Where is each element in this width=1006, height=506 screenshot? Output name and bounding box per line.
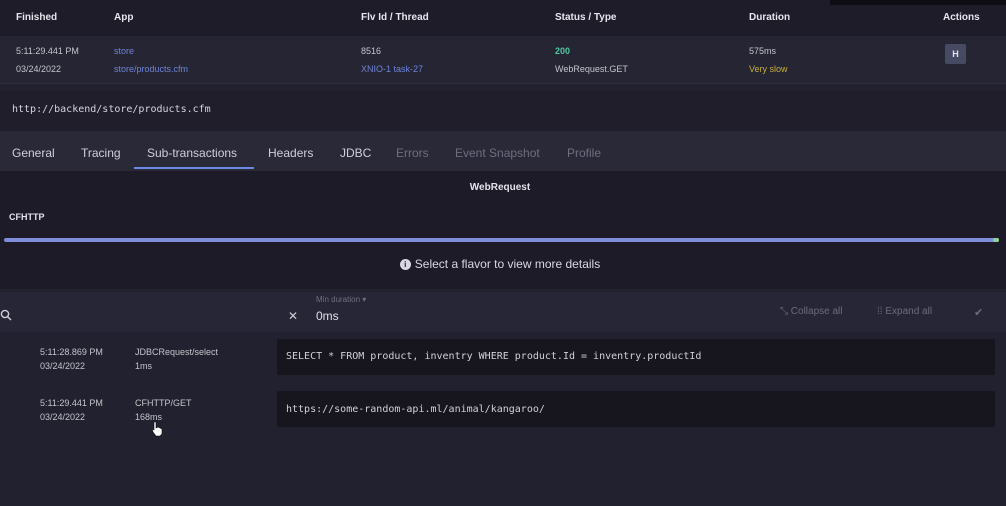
action-button-label: H [952, 49, 959, 59]
transaction-app-link[interactable]: store [114, 46, 134, 56]
tab-profile[interactable]: Profile [567, 146, 601, 160]
check-icon[interactable]: ✔ [974, 306, 983, 319]
tab-general[interactable]: General [12, 146, 55, 160]
tab-event-snapshot[interactable]: Event Snapshot [455, 146, 540, 160]
waterfall-title: WebRequest [469, 182, 531, 193]
tab-errors[interactable]: Errors [396, 146, 429, 160]
transaction-flv-id: 8516 [361, 46, 382, 56]
duration-warning-label: Very slow [749, 64, 788, 74]
waterfall-lane-label: CFHTTP [9, 212, 45, 222]
min-duration-label[interactable]: Min duration ▾ [316, 295, 366, 304]
transaction-duration: 575ms [749, 46, 777, 56]
clear-min-duration-icon[interactable]: ✕ [288, 309, 298, 323]
header-flv-thread: Flv Id / Thread [361, 12, 429, 23]
waterfall-bar[interactable] [4, 238, 999, 242]
sub-transaction-filter-bar [0, 292, 1006, 332]
header-actions: Actions [943, 12, 980, 23]
request-url: http://backend/store/products.cfm [12, 104, 211, 115]
transaction-row[interactable] [0, 36, 1006, 84]
tab-tracing[interactable]: Tracing [81, 146, 121, 160]
subtx-sql-query: SELECT * FROM product, inventry WHERE pr… [286, 351, 702, 362]
subtx-time: 5:11:29.441 PM [40, 398, 103, 408]
subtx-time: 5:11:28.869 PM [40, 347, 103, 357]
subtx-http-url: https://some-random-api.ml/animal/kangar… [286, 404, 545, 415]
waterfall-hint-text: Select a flavor to view more details [414, 257, 601, 271]
header-finished: Finished [16, 12, 58, 23]
min-duration-input[interactable]: 0ms [316, 309, 339, 323]
waterfall-bar-end [993, 238, 999, 242]
transaction-app-path-link[interactable]: store/products.cfm [114, 64, 188, 74]
mouse-pointer-icon [151, 421, 163, 437]
subtx-date: 03/24/2022 [40, 412, 86, 422]
collapse-all-label: Collapse all [790, 306, 843, 317]
waterfall-hint: i Select a flavor to view more details [0, 257, 1000, 271]
transaction-thread-link[interactable]: XNIO-1 task-27 [361, 64, 423, 74]
subtx-duration: 1ms [135, 361, 153, 371]
transaction-table-header [0, 0, 1006, 36]
subtx-name[interactable]: CFHTTP/GET [135, 398, 192, 408]
status-badge: 200 [555, 46, 571, 56]
transaction-type: WebRequest.GET [555, 64, 628, 74]
search-icon[interactable] [0, 309, 12, 321]
tab-headers[interactable]: Headers [268, 146, 313, 160]
heap-action-button[interactable]: H [945, 44, 966, 64]
transaction-date: 03/24/2022 [16, 64, 62, 74]
top-edge-shade [830, 0, 1006, 5]
active-tab-indicator [134, 167, 254, 169]
tab-sub-transactions[interactable]: Sub-transactions [147, 146, 237, 160]
transaction-time: 5:11:29.441 PM [16, 46, 79, 56]
header-app: App [114, 12, 134, 23]
header-duration: Duration [749, 12, 791, 23]
collapse-all-button[interactable]: ⤡ Collapse all [780, 306, 842, 317]
tab-jdbc[interactable]: JDBC [340, 146, 371, 160]
header-status-type: Status / Type [555, 12, 617, 23]
subtx-name[interactable]: JDBCRequest/select [135, 347, 218, 357]
expand-all-label: Expand all [885, 306, 933, 317]
info-icon: i [399, 259, 411, 270]
collapse-icon: ⤡ [780, 306, 791, 317]
subtx-date: 03/24/2022 [40, 361, 86, 371]
expand-all-button[interactable]: ⁞⁞ Expand all [877, 306, 932, 317]
